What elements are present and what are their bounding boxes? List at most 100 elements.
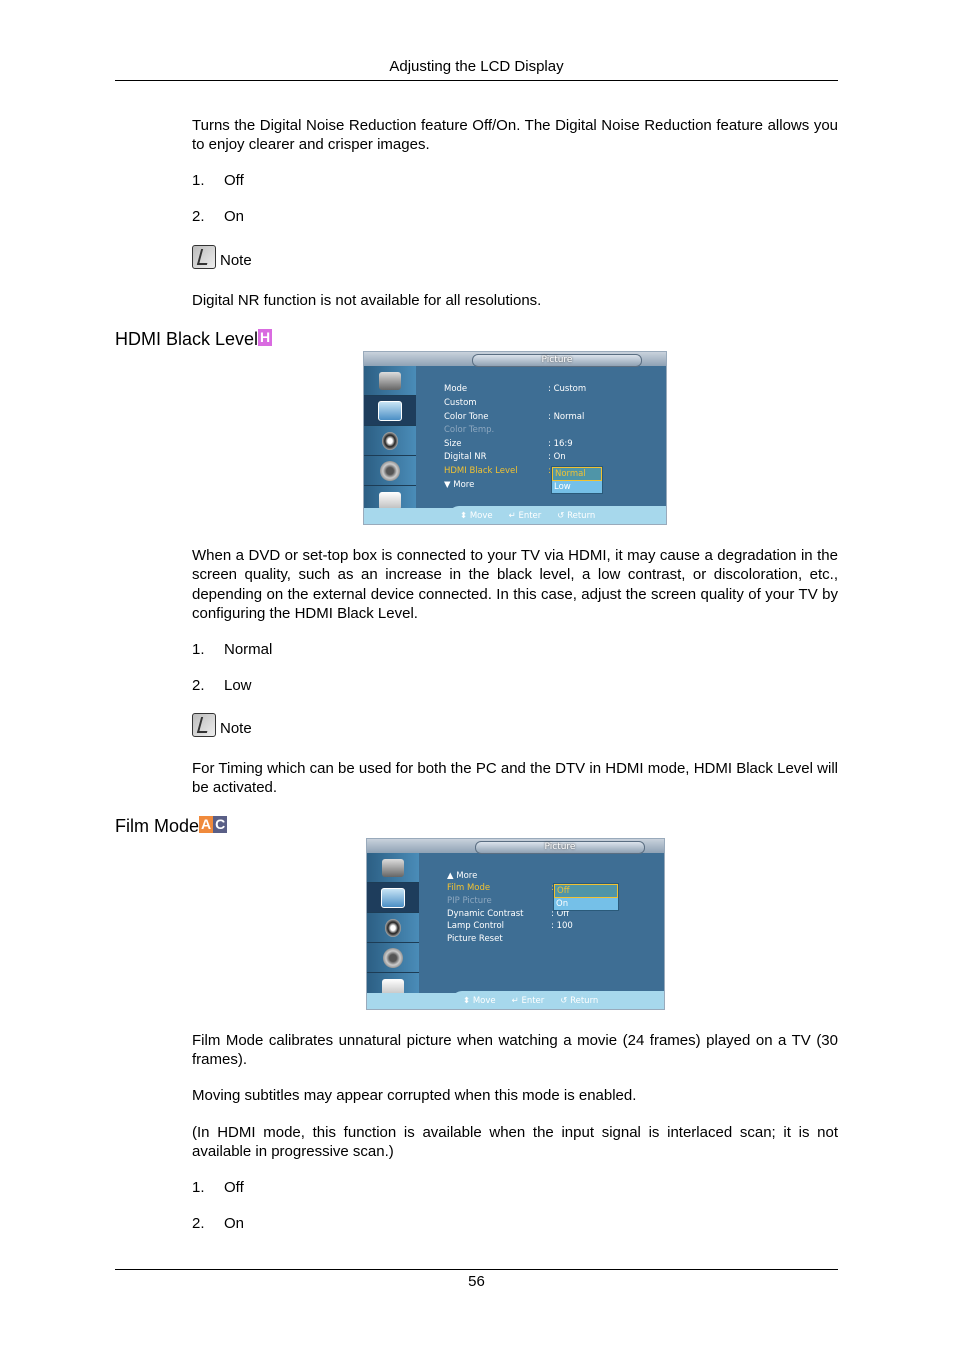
option-label: Off (224, 1179, 244, 1196)
bold-term: Film Mode (192, 1032, 264, 1049)
list-number: 2. (192, 677, 205, 694)
osd-row: ▼ More (444, 480, 475, 490)
film-mode-description: Film Mode calibrates unnatural picture w… (192, 1031, 838, 1070)
note-icon (192, 245, 216, 269)
osd-title: Picture (475, 841, 645, 854)
note-label: Note (220, 252, 252, 269)
osd-hints: ⬍ Move ↵ Enter ↺ Return (463, 996, 598, 1006)
osd-tab-setup (367, 943, 419, 973)
option-label: On (224, 208, 245, 225)
picture-icon (378, 400, 402, 421)
osd-title-bar: Picture (367, 839, 664, 854)
text: calibrates unnatural picture when watchi… (192, 1032, 838, 1069)
header-divider (115, 80, 838, 81)
osd-tab-picture (364, 396, 416, 426)
osd-dropdown-option-selected: Normal (552, 467, 602, 481)
list-number: 1. (192, 172, 205, 189)
osd-dropdown-option: Low (554, 482, 571, 492)
speaker-icon (385, 918, 401, 937)
section-heading-hdmi-black-level: HDMI Black Level H (115, 329, 273, 350)
osd-dropdown: Off On (553, 883, 619, 911)
list-number: 1. (192, 641, 205, 658)
osd-sidebar (367, 853, 419, 1003)
osd-dropdown-option: On (556, 899, 569, 909)
speaker-icon (382, 431, 398, 450)
osd-row: Color Tone: Normal (444, 412, 585, 422)
note-label: Note (220, 720, 252, 737)
section-heading-film-mode: Film Mode A C (115, 816, 228, 837)
bold-term: HDMI (217, 1124, 256, 1141)
osd-row: PIP Picture (447, 896, 492, 906)
text: function is not available for all resolu… (259, 292, 542, 309)
heading-text: Film Mode (115, 816, 200, 836)
analog-mode-badge-icon: A (199, 816, 214, 833)
osd-row: Lamp Control: 100 (447, 921, 573, 931)
heading-text: HDMI Black Level (115, 329, 259, 349)
text: Turns the Digital Noise Reduction featur… (192, 117, 473, 134)
bold-term: HDMI Black Level (294, 605, 414, 623)
list-number: 2. (192, 208, 205, 225)
text: . (413, 605, 418, 623)
osd-hints: ⬍ Move ↵ Enter ↺ Return (460, 511, 595, 521)
osd-tab-sound (364, 426, 416, 456)
osd-tab-input (364, 366, 416, 396)
return-hint: ↺ Return (560, 996, 599, 1006)
component-mode-badge-icon: C (213, 816, 228, 833)
gear-icon (380, 460, 400, 481)
list-number: 2. (192, 1215, 205, 1232)
osd-row-selected: HDMI Black Level: (444, 466, 551, 476)
bold-term: HDMI Black Level (693, 760, 813, 777)
osd-screenshot-film-mode: Picture ▲ More Film Mode: PIP Picture Dy… (366, 838, 665, 1010)
note: Note (192, 245, 252, 269)
list-item: 1. Off (192, 172, 244, 189)
footer-divider (115, 1269, 838, 1270)
note-icon (192, 713, 216, 737)
enter-hint: ↵ Enter (511, 996, 545, 1006)
osd-sidebar (364, 366, 416, 516)
text: mode, (643, 760, 694, 777)
osd-row-selected: Film Mode: (447, 883, 554, 893)
film-mode-hdmi-info: (In HDMI mode, this function is availabl… (192, 1123, 838, 1162)
screens-icon (379, 491, 401, 510)
digital-nr-note-text: Digital NR function is not available for… (192, 291, 838, 310)
page-number: 56 (468, 1273, 485, 1290)
osd-row: Picture Reset (447, 934, 503, 944)
osd-tab-sound (367, 913, 419, 943)
list-item: 2. On (192, 208, 244, 225)
page-header: Adjusting the LCD Display (389, 58, 564, 75)
option-label: On (224, 1215, 245, 1232)
list-item: 2. Low (192, 677, 252, 694)
osd-dropdown: Normal Low (551, 466, 603, 494)
hdmi-black-level-note-text: For Timing which can be used for both th… (192, 759, 838, 798)
enter-hint: ↵ Enter (508, 511, 542, 521)
osd-tab-input (367, 853, 419, 883)
osd-tab-setup (364, 456, 416, 486)
osd-screenshot-hdmi: Picture Mode: Custom Custom Color Tone: … (363, 351, 667, 525)
osd-title: Picture (472, 354, 642, 367)
osd-row: ▲ More (447, 871, 478, 881)
text: (In (192, 1124, 218, 1141)
text: mode, this function is available when th… (192, 1124, 838, 1161)
gear-icon (383, 947, 403, 968)
osd-row: Mode: Custom (444, 384, 587, 394)
osd-row: Dynamic Contrast: Off (447, 909, 570, 919)
text: For Timing which can be used for both th… (192, 760, 606, 777)
list-number: 1. (192, 1179, 205, 1196)
hdmi-mode-badge-icon: H (258, 329, 273, 346)
plug-icon (379, 371, 401, 390)
osd-tab-picture (367, 883, 419, 913)
film-mode-subtitle-warning: Moving subtitles may appear corrupted wh… (192, 1087, 637, 1104)
osd-row: Custom (444, 398, 477, 408)
picture-icon (381, 887, 405, 908)
list-item: 1. Normal (192, 641, 272, 658)
plug-icon (382, 858, 404, 877)
move-hint: ⬍ Move (463, 996, 496, 1006)
return-hint: ↺ Return (557, 511, 596, 521)
move-hint: ⬍ Move (460, 511, 493, 521)
note: Note (192, 713, 252, 737)
osd-row: Digital NR: On (444, 452, 566, 462)
list-item: 2. On (192, 1215, 244, 1232)
osd-row: Size: 16:9 (444, 439, 573, 449)
osd-title-bar: Picture (364, 352, 666, 367)
option-label: Off (224, 172, 244, 189)
